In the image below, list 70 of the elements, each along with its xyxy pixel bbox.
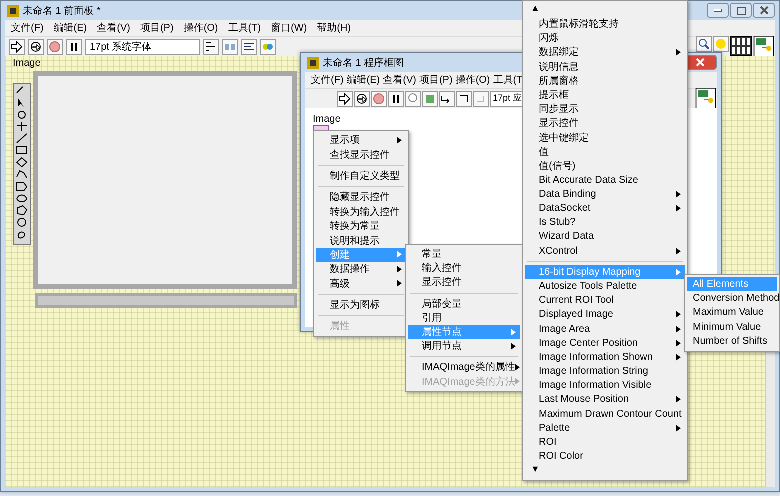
menu-item[interactable]: 闪烁 (525, 31, 685, 46)
menu-item[interactable]: Is Stub? (525, 216, 685, 230)
menu-item[interactable]: Number of Shifts (687, 334, 777, 349)
menu-item[interactable]: 值 (525, 144, 685, 159)
menu-item[interactable]: Image Information Visible (525, 378, 685, 393)
menu-bar-item[interactable]: 工具(T (493, 73, 523, 87)
menu-bar-item[interactable]: 帮助(H) (317, 21, 352, 35)
menu-item[interactable]: 调用节点 (408, 339, 520, 354)
menu-bar-item[interactable]: 文件(F) (11, 21, 44, 35)
menu-item[interactable]: Image Area (525, 322, 685, 336)
menu-item[interactable]: Data Binding (525, 187, 685, 202)
menu-item[interactable]: 选中键绑定 (525, 130, 685, 145)
menu-item[interactable]: 隐藏显示控件 (316, 190, 406, 205)
font-dropdown[interactable]: 17pt 系统字体 (85, 38, 200, 54)
menu-item[interactable]: 显示控件 (525, 116, 685, 130)
menu-item[interactable]: Image Center Position (525, 336, 685, 350)
menu-item[interactable]: 值(信号) (525, 158, 685, 174)
menu-item[interactable]: 所属窗格 (525, 74, 685, 88)
window-title: 未命名 1 前面板 * (23, 4, 101, 18)
menu-item[interactable]: 数据操作 (316, 262, 406, 277)
menu-bar-item[interactable]: 编辑(E) (346, 73, 380, 87)
menu-item[interactable]: 转换为输入控件 (316, 204, 406, 219)
menu-item[interactable]: Autosize Tools Palette (525, 279, 685, 294)
menu-item[interactable]: IMAQImage类的属性 (408, 360, 520, 374)
scroll-down-arrow[interactable]: ▼ (525, 464, 685, 478)
menu-item[interactable]: Palette (525, 421, 685, 436)
menu-item[interactable]: Image Information String (525, 364, 685, 379)
menu-bar-item[interactable]: 项目(P) (140, 21, 174, 35)
menu-item[interactable]: Maximum Drawn Contour Count (525, 407, 685, 422)
menu-item[interactable]: 数据绑定 (525, 45, 685, 60)
image-label: Image (313, 114, 341, 125)
menu-bar-item[interactable]: 查看(V) (97, 21, 130, 35)
menu-bar-item[interactable]: 编辑(E) (54, 21, 88, 35)
menu-item[interactable]: Current ROI Tool (525, 294, 685, 308)
menu-item[interactable]: Last Mouse Position (525, 392, 685, 408)
menu-item[interactable]: 制作自定义类型 (316, 168, 406, 184)
menu-item[interactable]: Minimum Value (687, 320, 777, 335)
menu-bar-item[interactable]: 操作(O) (456, 73, 490, 87)
menu-item[interactable]: Maximum Value (687, 306, 777, 320)
menu-item[interactable]: 高级 (316, 276, 406, 291)
menu-bar-item[interactable]: 项目(P) (419, 73, 453, 87)
menu-item[interactable]: ROI (525, 435, 685, 450)
menu-bar-item[interactable]: 工具(T) (228, 21, 262, 35)
menu-item[interactable]: DataSocket (525, 201, 685, 216)
menu-item[interactable]: Image Information Shown (525, 350, 685, 364)
image-label: Image (13, 58, 42, 69)
menu-item[interactable]: 显示项 (316, 133, 406, 148)
menu-item[interactable]: XControl (525, 244, 685, 258)
menu-item[interactable]: ROI Color (525, 450, 685, 464)
menu-item[interactable]: Wizard Data (525, 230, 685, 244)
menu-item[interactable]: Displayed Image (525, 308, 685, 322)
menu-item[interactable]: Conversion Method (687, 291, 777, 306)
menu-bar-item[interactable]: 文件(F) (311, 73, 344, 87)
menu-item[interactable]: 内置鼠标滑轮支持 (525, 17, 685, 32)
menu-item[interactable]: 常量 (408, 247, 520, 262)
menu-item[interactable]: 输入控件 (408, 261, 520, 276)
window-title: 未命名 1 程序框图 (323, 56, 404, 70)
menu-bar-item[interactable]: 操作(O) (184, 21, 218, 35)
menu-item[interactable]: 转换为常量 (316, 218, 406, 234)
menu-item[interactable]: 显示控件 (408, 275, 520, 290)
menu-bar-item[interactable]: 窗口(W) (271, 21, 308, 35)
scroll-up-arrow[interactable]: ▲ (525, 3, 685, 17)
menu-item[interactable]: 引用 (408, 310, 520, 325)
menu-bar-item[interactable]: 查看(V) (383, 73, 416, 87)
menu-item[interactable]: 局部变量 (408, 296, 520, 311)
menu-item[interactable]: Bit Accurate Data Size (525, 173, 685, 188)
menu-item[interactable]: 说明和提示 (316, 233, 406, 248)
menu-item[interactable]: 显示为图标 (316, 298, 406, 312)
menu-item[interactable]: 说明信息 (525, 60, 685, 74)
menu-item[interactable]: 查找显示控件 (316, 147, 406, 162)
